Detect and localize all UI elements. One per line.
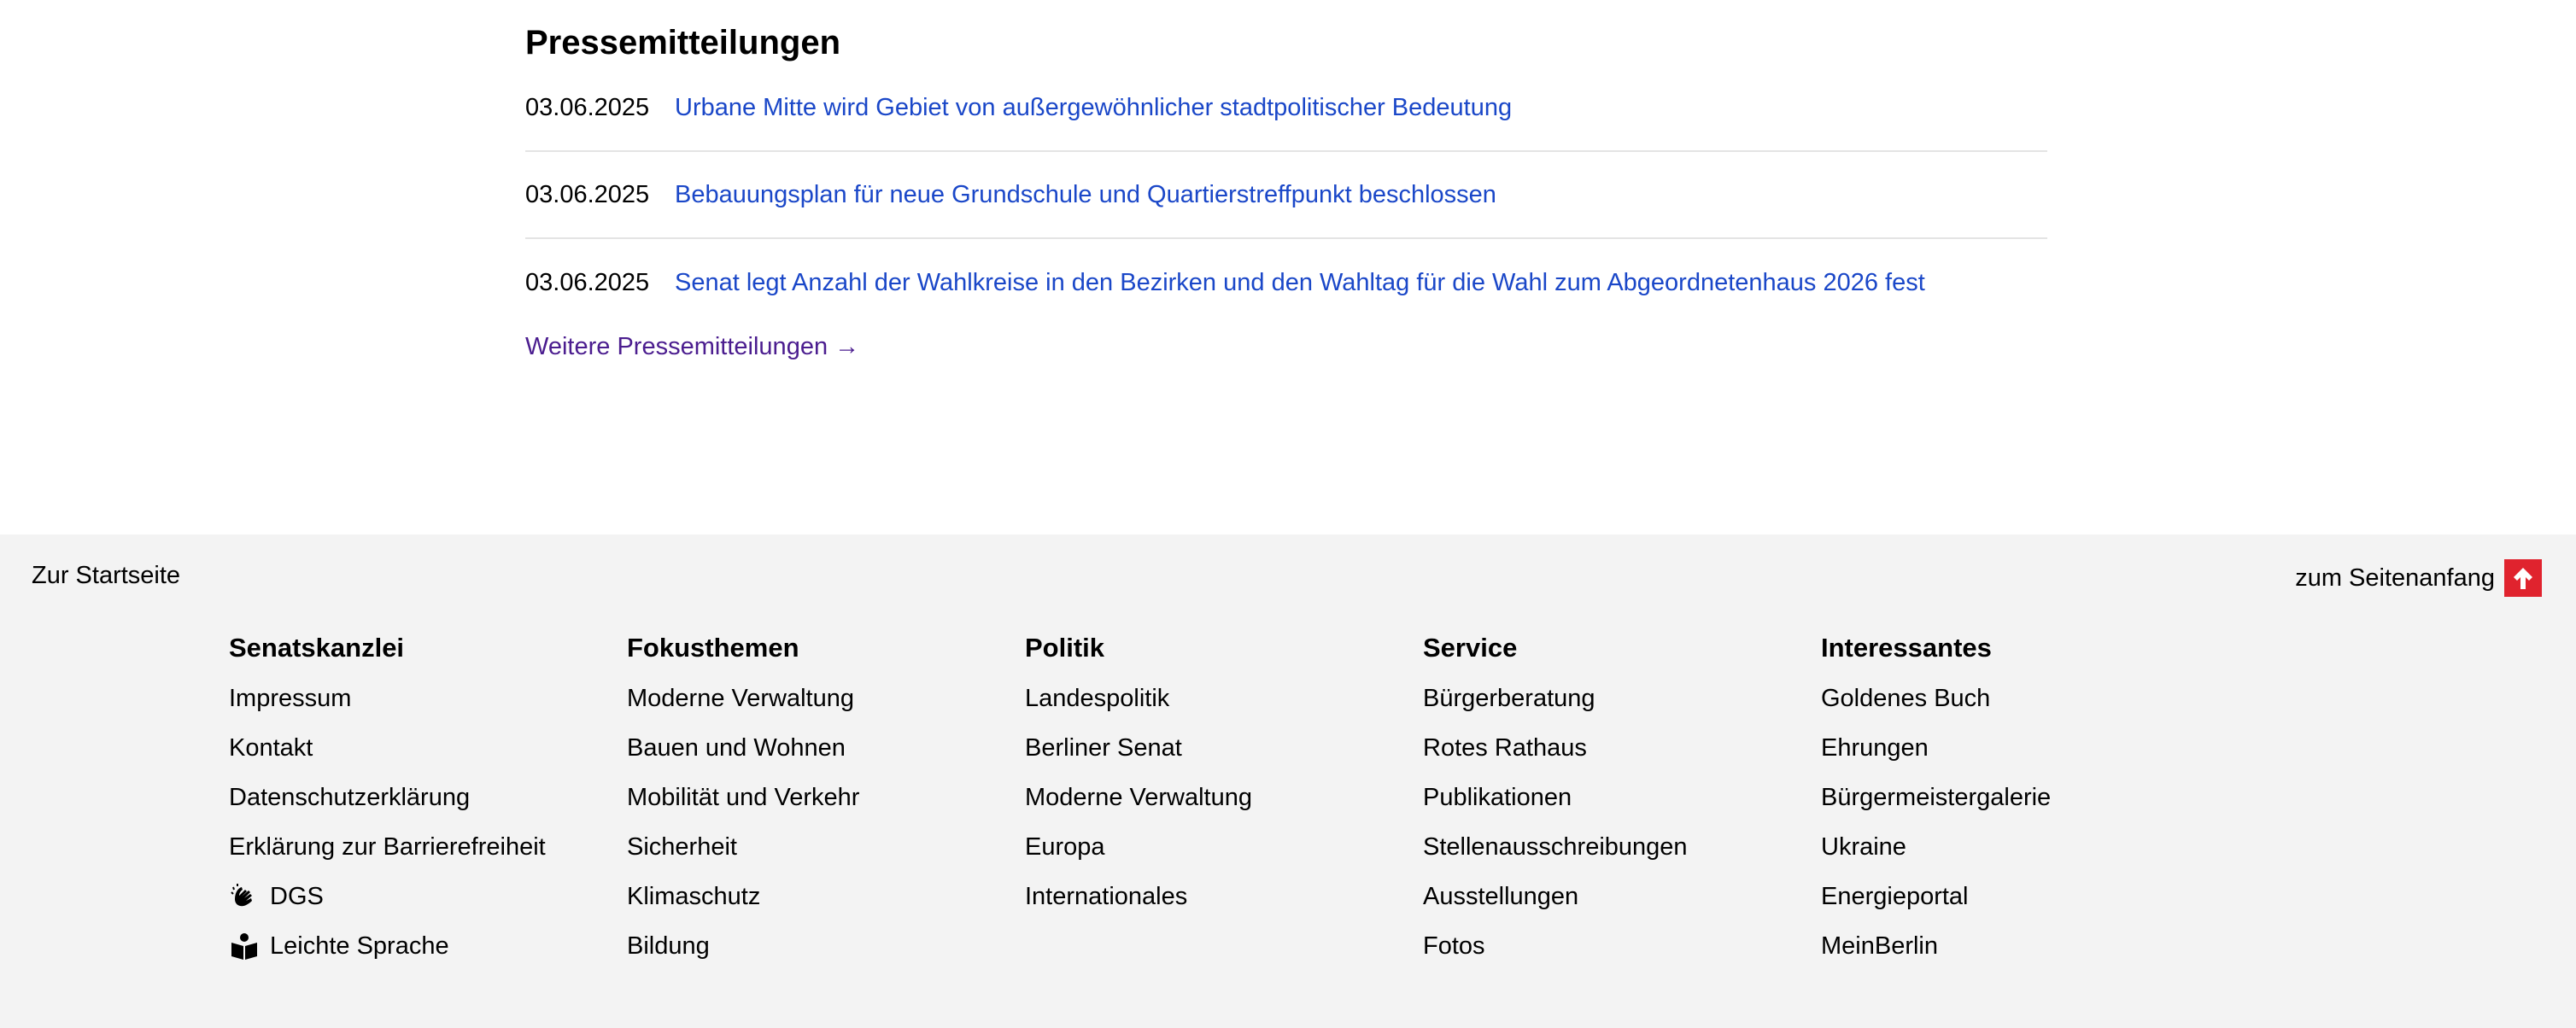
- footer-column-heading: Service: [1423, 633, 1518, 663]
- footer-link-barrierefreiheit[interactable]: Erklärung zur Barrierefreiheit: [229, 822, 546, 872]
- press-releases-section: Pressemitteilungen 03.06.2025 Urbane Mit…: [525, 22, 2047, 361]
- footer-column-politik: Politik Landespolitik Berliner Senat Mod…: [1025, 633, 1423, 971]
- sign-language-icon: [229, 881, 260, 912]
- footer-link[interactable]: Bürgerberatung: [1423, 674, 1595, 723]
- footer-link-leichte-sprache[interactable]: Leichte Sprache: [270, 921, 449, 971]
- footer-link[interactable]: Sicherheit: [627, 822, 737, 872]
- footer-link[interactable]: Ukraine: [1821, 822, 1906, 872]
- footer-column-heading: Fokusthemen: [627, 633, 799, 663]
- back-to-top-link[interactable]: zum Seitenanfang: [2295, 559, 2542, 597]
- footer-link[interactable]: Ausstellungen: [1423, 872, 1578, 921]
- footer-link[interactable]: Moderne Verwaltung: [627, 674, 854, 723]
- footer-column-heading: Politik: [1025, 633, 1105, 663]
- footer-column-senatskanzlei: Senatskanzlei Impressum Kontakt Datensch…: [229, 633, 627, 971]
- footer-link-kontakt[interactable]: Kontakt: [229, 723, 313, 773]
- arrow-up-icon: [2504, 559, 2542, 597]
- footer-link[interactable]: Klimaschutz: [627, 872, 760, 921]
- footer-columns: Senatskanzlei Impressum Kontakt Datensch…: [229, 633, 2219, 971]
- footer-link[interactable]: Fotos: [1423, 921, 1485, 971]
- footer-link[interactable]: Internationales: [1025, 872, 1187, 921]
- footer-link[interactable]: Moderne Verwaltung: [1025, 773, 1252, 822]
- easy-language-icon: [229, 931, 260, 961]
- footer-link[interactable]: Bauen und Wohnen: [627, 723, 846, 773]
- footer-column-fokusthemen: Fokusthemen Moderne Verwaltung Bauen und…: [627, 633, 1025, 971]
- footer-link[interactable]: Bürgermeistergalerie: [1821, 773, 2051, 822]
- footer-link-impressum[interactable]: Impressum: [229, 674, 351, 723]
- footer-link[interactable]: Landespolitik: [1025, 674, 1169, 723]
- more-press-releases-link[interactable]: Weitere Pressemitteilungen →: [525, 333, 859, 361]
- footer-link[interactable]: Goldenes Buch: [1821, 674, 1990, 723]
- site-footer: Zur Startseite zum Seitenanfang Senatska…: [0, 534, 2576, 1028]
- press-releases-heading: Pressemitteilungen: [525, 24, 841, 61]
- footer-link[interactable]: Bildung: [627, 921, 710, 971]
- footer-link-dgs[interactable]: DGS: [270, 872, 324, 921]
- footer-column-service: Service Bürgerberatung Rotes Rathaus Pub…: [1423, 633, 1821, 971]
- press-release-link[interactable]: Senat legt Anzahl der Wahlkreise in den …: [675, 269, 1925, 297]
- press-release-date: 03.06.2025: [525, 180, 650, 208]
- press-release-link[interactable]: Bebauungsplan für neue Grundschule und Q…: [675, 181, 1496, 209]
- footer-link[interactable]: Ehrungen: [1821, 723, 1929, 773]
- press-release-item: 03.06.2025 Senat legt Anzahl der Wahlkre…: [525, 239, 2047, 326]
- back-to-top-label: zum Seitenanfang: [2295, 564, 2495, 592]
- footer-link[interactable]: Rotes Rathaus: [1423, 723, 1587, 773]
- footer-link[interactable]: Berliner Senat: [1025, 723, 1182, 773]
- home-link[interactable]: Zur Startseite: [32, 562, 180, 590]
- press-release-date: 03.06.2025: [525, 93, 650, 121]
- footer-link-datenschutz[interactable]: Datenschutzerklärung: [229, 773, 470, 822]
- footer-link[interactable]: Stellenausschreibungen: [1423, 822, 1688, 872]
- footer-link[interactable]: Energieportal: [1821, 872, 1969, 921]
- press-release-date: 03.06.2025: [525, 268, 650, 296]
- more-press-releases-label: Weitere Pressemitteilungen: [525, 333, 828, 360]
- arrow-right-icon: →: [834, 333, 860, 360]
- footer-link[interactable]: MeinBerlin: [1821, 921, 1938, 971]
- footer-column-heading: Senatskanzlei: [229, 633, 405, 663]
- footer-column-heading: Interessantes: [1821, 633, 1992, 663]
- footer-link[interactable]: Mobilität und Verkehr: [627, 773, 859, 822]
- press-release-item: 03.06.2025 Urbane Mitte wird Gebiet von …: [525, 65, 2047, 152]
- footer-link[interactable]: Europa: [1025, 822, 1105, 872]
- footer-column-interessantes: Interessantes Goldenes Buch Ehrungen Bür…: [1821, 633, 2219, 971]
- press-release-item: 03.06.2025 Bebauungsplan für neue Grunds…: [525, 152, 2047, 239]
- press-release-link[interactable]: Urbane Mitte wird Gebiet von außergewöhn…: [675, 94, 1512, 122]
- footer-link[interactable]: Publikationen: [1423, 773, 1572, 822]
- press-releases-list: 03.06.2025 Urbane Mitte wird Gebiet von …: [525, 65, 2047, 326]
